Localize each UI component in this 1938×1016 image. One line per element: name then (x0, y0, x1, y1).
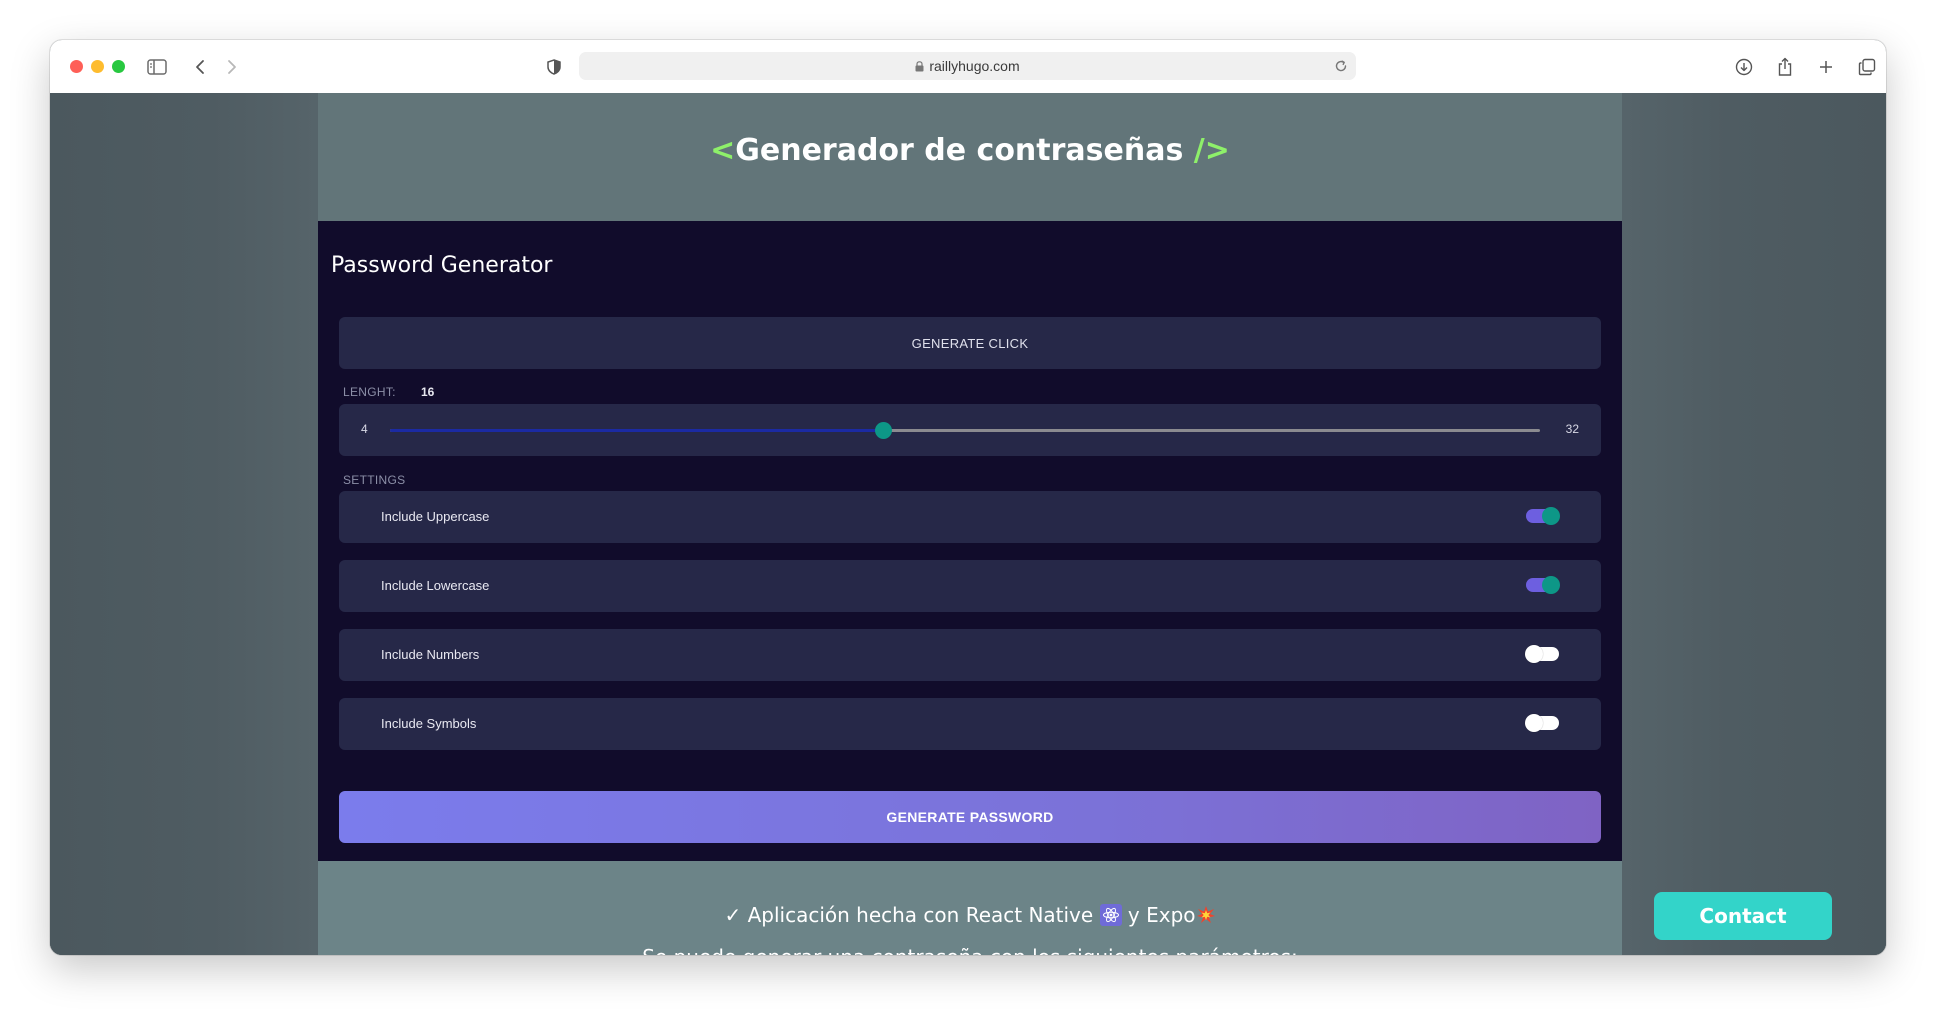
sidebar-toggle-icon[interactable] (144, 54, 170, 80)
uppercase-toggle[interactable] (1526, 507, 1560, 525)
setting-row-numbers: Include Numbers (339, 629, 1601, 681)
close-window-button[interactable] (70, 60, 83, 73)
lowercase-toggle[interactable] (1526, 576, 1560, 594)
url-text: raillyhugo.com (929, 58, 1020, 74)
password-generator-app: Password Generator GENERATE CLICK LENGHT… (318, 221, 1622, 861)
window-controls (70, 60, 125, 73)
browser-toolbar: raillyhugo.com (50, 40, 1886, 94)
length-label: LENGHT: (343, 385, 396, 399)
feature-line: ✓ Aplicación hecha con React Native y Ex… (318, 903, 1622, 927)
title-bracket-close: /> (1193, 133, 1230, 168)
setting-label: Include Symbols (381, 716, 477, 731)
share-icon[interactable] (1772, 54, 1798, 80)
title-bracket-open: < (710, 133, 736, 168)
address-bar[interactable]: raillyhugo.com (579, 52, 1356, 80)
page-title: <Generador de contraseñas /> (318, 133, 1622, 168)
minimize-window-button[interactable] (91, 60, 104, 73)
lock-icon (915, 60, 924, 71)
generate-click-button[interactable]: GENERATE CLICK (339, 317, 1601, 369)
react-atom-icon (1099, 904, 1122, 926)
length-slider-card: 4 32 (339, 404, 1601, 456)
check-mark: ✓ (724, 903, 742, 927)
toggle-knob (1525, 645, 1543, 663)
zoom-window-button[interactable] (112, 60, 125, 73)
slider-min-label: 4 (361, 422, 368, 436)
symbols-toggle[interactable] (1525, 714, 1559, 732)
generate-password-button[interactable]: GENERATE PASSWORD (339, 791, 1601, 843)
feature-line-2: Se puede generar una contraseña con los … (318, 945, 1622, 955)
settings-label: SETTINGS (343, 473, 406, 487)
tab-overview-icon[interactable] (1854, 54, 1880, 80)
content-column: <Generador de contraseñas /> Password Ge… (318, 93, 1622, 955)
numbers-toggle[interactable] (1525, 645, 1559, 663)
setting-row-lowercase: Include Lowercase (339, 560, 1601, 612)
setting-row-symbols: Include Symbols (339, 698, 1601, 750)
feature-text: Aplicación hecha con React Native (747, 903, 1094, 927)
setting-label: Include Numbers (381, 647, 480, 662)
slider-max-label: 32 (1565, 422, 1579, 436)
downloads-icon[interactable] (1731, 54, 1757, 80)
new-tab-icon[interactable] (1813, 54, 1839, 80)
setting-label: Include Lowercase (381, 578, 490, 593)
feature-text-expo: y Expo (1127, 903, 1196, 927)
back-icon[interactable] (187, 54, 213, 80)
app-title: Password Generator (331, 253, 553, 278)
browser-window: raillyhugo.com <Generador de contraseñas… (50, 40, 1886, 955)
collision-icon (1196, 905, 1216, 925)
reload-icon[interactable] (1334, 58, 1348, 77)
privacy-shield-icon[interactable] (541, 54, 567, 80)
slider-fill (390, 429, 883, 432)
setting-label: Include Uppercase (381, 509, 490, 524)
page-margin-right (1622, 93, 1886, 955)
length-value: 16 (421, 385, 435, 399)
info-section: ✓ Aplicación hecha con React Native y Ex… (318, 861, 1622, 955)
contact-button[interactable]: Contact (1654, 892, 1832, 940)
title-text: Generador de contraseñas (735, 133, 1184, 168)
setting-row-uppercase: Include Uppercase (339, 491, 1601, 543)
toggle-knob (1525, 714, 1543, 732)
length-slider[interactable] (390, 422, 1540, 439)
toggle-knob (1542, 576, 1560, 594)
page-margin-left (50, 93, 318, 955)
slider-thumb[interactable] (874, 422, 892, 439)
toggle-knob (1542, 507, 1560, 525)
forward-icon[interactable] (219, 54, 245, 80)
web-page: <Generador de contraseñas /> Password Ge… (50, 93, 1886, 955)
